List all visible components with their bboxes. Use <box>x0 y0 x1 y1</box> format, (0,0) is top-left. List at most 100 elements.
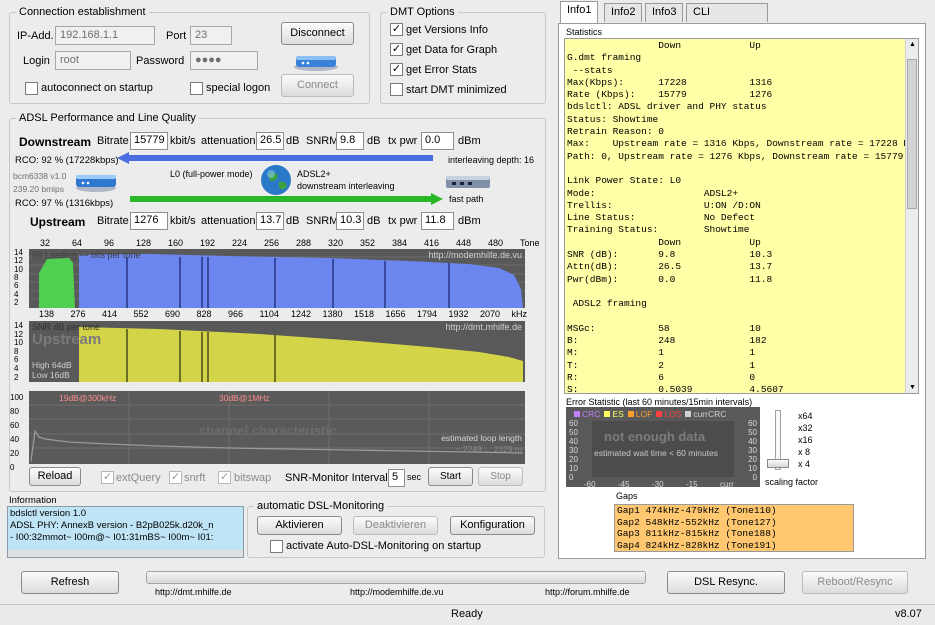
reload-button[interactable]: Reload <box>29 467 81 486</box>
error-chart: CRC ES LOF LOS currCRC 60 50 40 30 20 10 0 60 50 40 3… <box>566 407 760 489</box>
statistics-line: Status: Showtime <box>567 113 659 125</box>
khz-tick: 1794 <box>417 309 438 319</box>
link-modemhilfe[interactable]: http://modemhilfe.de.vu <box>350 587 444 597</box>
deactivate-button[interactable]: Deaktivieren <box>353 516 438 535</box>
start-minimized-checkbox[interactable] <box>390 83 403 96</box>
snr-interval-input[interactable]: 5 <box>388 469 405 487</box>
tab-info2[interactable]: Info2 <box>604 3 643 22</box>
tone-tick: 32 <box>40 238 51 248</box>
error-y-tick-left: 10 <box>569 464 578 473</box>
channel-y-tick: 0 <box>10 463 15 472</box>
khz-tick: 1380 <box>322 309 343 319</box>
extquery-checkbox[interactable]: ✓ <box>101 471 114 484</box>
modem-icon <box>72 167 120 193</box>
statistics-scroll-thumb[interactable] <box>907 59 917 209</box>
stop-button[interactable]: Stop <box>478 467 523 486</box>
legend-label: ES <box>612 409 624 419</box>
error-y-tick-right: 20 <box>748 455 757 464</box>
scaling-slider-thumb[interactable] <box>767 459 789 468</box>
connect-button[interactable]: Connect <box>281 74 354 97</box>
snr-y-tick: 2 <box>14 372 19 382</box>
bitswap-checkbox[interactable]: ✓ <box>218 471 231 484</box>
statistics-line <box>567 311 905 323</box>
up-atten-unit: dB <box>286 215 300 227</box>
error-x-tick: -15 <box>686 480 698 489</box>
down-snrm-value: 9.8 <box>336 132 364 150</box>
khz-tick: 1104 <box>259 309 279 319</box>
activate-button[interactable]: Aktivieren <box>257 516 342 535</box>
snrft-checkbox[interactable]: ✓ <box>169 471 182 484</box>
dsl-resync-button[interactable]: DSL Resync. <box>667 571 785 594</box>
graph-data-checkbox[interactable]: ✓ <box>390 43 403 56</box>
tab-info1[interactable]: Info1 <box>560 1 599 23</box>
ip-label: IP-Add. <box>17 30 54 42</box>
error-y-tick-right: 60 <box>748 419 757 428</box>
up-snrm-unit: dB <box>367 215 381 227</box>
statistics-line: Down Up <box>567 40 761 51</box>
special-logon-checkbox[interactable] <box>190 82 203 95</box>
tab-cli[interactable]: CLI <box>686 3 768 22</box>
statistics-line: Down Up <box>567 236 761 248</box>
tone-tick: 256 <box>264 238 280 248</box>
statistics-line: Pwr(dBm): 0.0 11.8 <box>567 273 773 285</box>
statistics-line: Training Status: Showtime <box>567 224 750 236</box>
statistics-line: Trellis: U:ON /D:ON <box>567 199 761 211</box>
auto-monitoring-checkbox[interactable] <box>270 540 283 553</box>
up-bitrate-value: 1276 <box>130 212 168 230</box>
tone-tick: 160 <box>168 238 184 248</box>
up-atten-value: 13.7 <box>256 212 284 230</box>
error-stats-checkbox[interactable]: ✓ <box>390 63 403 76</box>
tab-info3[interactable]: Info3 <box>645 3 684 22</box>
channel-tag-2: 30dB@1MHz <box>219 393 270 403</box>
info-hscrollbar[interactable] <box>8 550 243 557</box>
error-x-tick: -45 <box>618 480 630 489</box>
start-button[interactable]: Start <box>428 467 473 486</box>
error-x-tick: -60 <box>584 480 596 489</box>
switch-icon <box>444 170 492 192</box>
ip-field[interactable]: 192.168.1.1 <box>55 26 155 45</box>
scale-option: x 8 <box>798 447 811 457</box>
statistics-line: Max: Upstream rate = 1316 Kbps, Downstre… <box>567 138 905 150</box>
scaling-factor-label: scaling factor <box>765 477 819 487</box>
disconnect-button[interactable]: Disconnect <box>281 22 354 45</box>
error-y-tick-left: 40 <box>569 437 578 446</box>
statistics-line: Link Power State: L0 <box>567 175 682 187</box>
tone-tick: 128 <box>136 238 152 248</box>
up-txpwr-unit: dBm <box>458 215 481 227</box>
upstream-arrow <box>130 193 443 205</box>
statistics-line: Rate (Kbps): 15779 1276 <box>567 89 773 101</box>
khz-tick: 276 <box>70 309 86 319</box>
legend-swatch <box>656 411 663 417</box>
down-atten-unit: dB <box>286 135 300 147</box>
password-field[interactable]: ●●●● <box>190 51 258 70</box>
channel-chart: 19dB@300kHz 30dB@1MHz channel characteri… <box>29 391 525 464</box>
configuration-button[interactable]: Konfiguration <box>450 516 535 535</box>
link-dmt[interactable]: http://dmt.mhilfe.de <box>155 587 232 597</box>
statistics-scrollbar[interactable]: ▲ ▼ <box>905 39 918 393</box>
legend-swatch <box>604 411 611 417</box>
bitloading-url: http://modemhilfe.de.vu <box>428 250 522 260</box>
gap-line-4: Gap4 824kHz-828kHz (Tone191) <box>617 539 777 551</box>
scroll-down-icon[interactable]: ▼ <box>909 384 916 391</box>
gap-line-3: Gap3 811kHz-815kHz (Tone188) <box>617 528 777 539</box>
port-field[interactable]: 23 <box>190 26 232 45</box>
statistics-line: bdslctl: ADSL driver and PHY status <box>567 101 767 113</box>
statistics-line: ADSL2 framing <box>567 298 647 310</box>
khz-tick: 1242 <box>291 309 312 319</box>
scroll-up-icon[interactable]: ▲ <box>909 41 916 48</box>
interleave-depth-label: interleaving depth: 16 <box>448 155 535 165</box>
versions-info-checkbox[interactable]: ✓ <box>390 23 403 36</box>
login-field[interactable]: root <box>55 51 131 70</box>
statistics-line: Mode: ADSL2+ <box>567 187 739 199</box>
snr-interval-label: SNR-Monitor Interval: <box>285 472 391 484</box>
graph-data-label: get Data for Graph <box>406 44 498 56</box>
refresh-button[interactable]: Refresh <box>21 571 119 594</box>
auto-monitoring-label: activate Auto-DSL-Monitoring on startup <box>286 540 482 552</box>
link-forum[interactable]: http://forum.mhilfe.de <box>545 587 630 597</box>
down-snrm-unit: dB <box>367 135 381 147</box>
error-y-tick-left: 50 <box>569 428 578 437</box>
autoconnect-checkbox[interactable] <box>25 82 38 95</box>
downstream-label: Downstream <box>19 135 92 149</box>
autoconnect-label: autoconnect on startup <box>41 82 153 94</box>
reboot-resync-button[interactable]: Reboot/Resync <box>802 571 908 594</box>
